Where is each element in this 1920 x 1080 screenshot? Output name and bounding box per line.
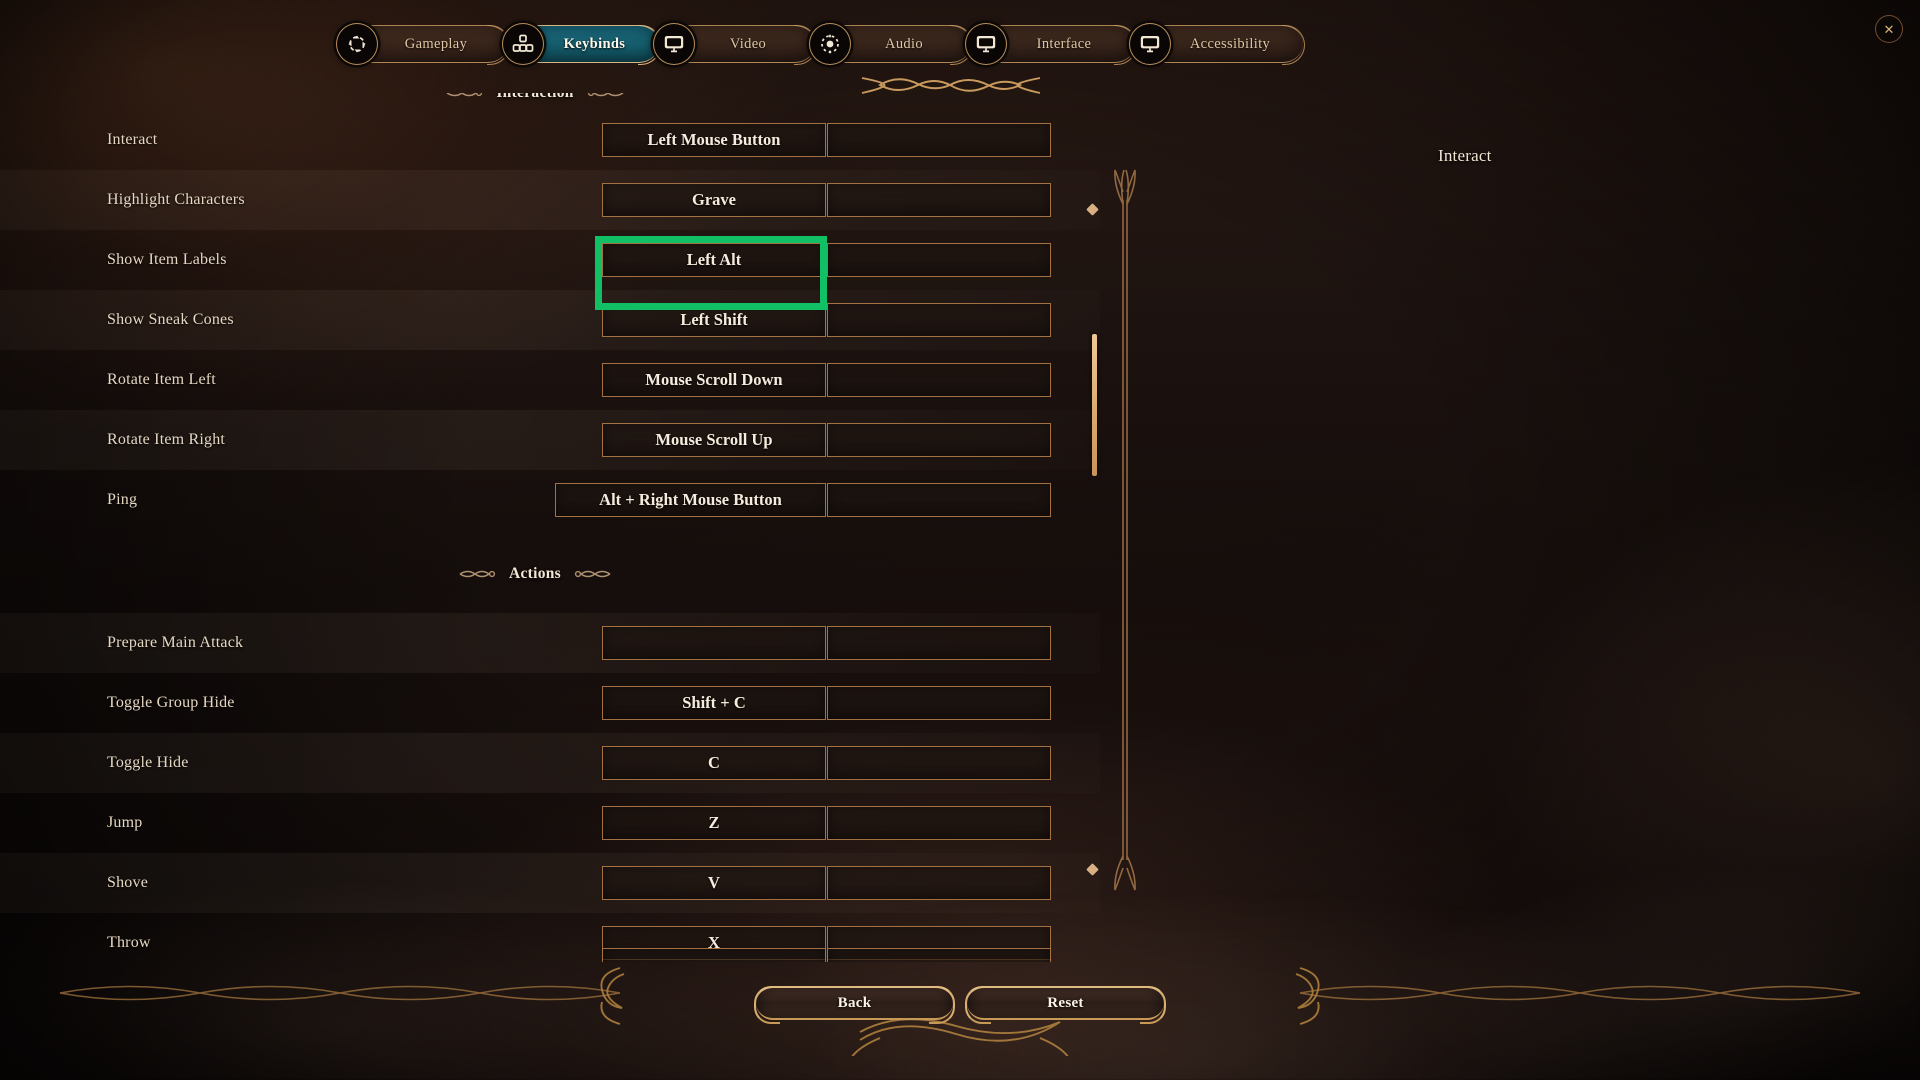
close-button[interactable]: ✕ bbox=[1875, 15, 1903, 43]
keybind-binding-group: Left Mouse Button bbox=[602, 123, 1051, 157]
speaker-icon bbox=[809, 23, 851, 65]
tab-label: Video bbox=[729, 35, 767, 52]
bind-primary[interactable]: Z bbox=[602, 806, 826, 840]
keybind-row: Throw X bbox=[0, 913, 1100, 973]
keybind-binding-group: Alt + Right Mouse Button bbox=[555, 483, 1051, 517]
bind-secondary[interactable] bbox=[827, 363, 1051, 397]
top-divider-ornament bbox=[90, 77, 1830, 94]
bind-primary[interactable]: Alt + Right Mouse Button bbox=[555, 483, 826, 517]
bind-secondary[interactable] bbox=[827, 626, 1051, 660]
footer-button-row: Back Reset bbox=[0, 986, 1920, 1024]
bind-primary[interactable]: Left Mouse Button bbox=[602, 123, 826, 157]
back-button[interactable]: Back bbox=[754, 986, 955, 1024]
tab-gameplay[interactable]: Gameplay bbox=[336, 23, 510, 65]
tab-label: Accessibility bbox=[1189, 35, 1271, 52]
keyboard-keys-icon bbox=[502, 23, 544, 65]
keybind-action-label: Show Sneak Cones bbox=[107, 311, 234, 328]
bind-secondary[interactable] bbox=[827, 183, 1051, 217]
compass-icon bbox=[336, 23, 378, 65]
keybind-binding-group: Left Shift bbox=[602, 303, 1051, 337]
reset-button[interactable]: Reset bbox=[965, 986, 1166, 1024]
keybind-row: Show Item Labels Left Alt bbox=[0, 230, 1100, 290]
bind-secondary[interactable] bbox=[827, 866, 1051, 900]
bind-secondary[interactable] bbox=[827, 948, 1051, 962]
keybind-binding-group: Left Alt bbox=[602, 243, 1051, 277]
tab-audio[interactable]: Audio bbox=[809, 23, 973, 65]
bind-primary[interactable]: Mouse Scroll Down bbox=[602, 363, 826, 397]
reset-button-label: Reset bbox=[1047, 994, 1084, 1011]
bind-primary[interactable]: Shift + C bbox=[602, 686, 826, 720]
keybind-binding-group: C bbox=[602, 746, 1051, 780]
tab-keybinds[interactable]: Keybinds bbox=[502, 23, 661, 65]
keybind-row: Toggle Group Hide Shift + C bbox=[0, 673, 1100, 733]
tab-accessibility[interactable]: Accessibility bbox=[1129, 23, 1305, 65]
bind-secondary[interactable] bbox=[827, 303, 1051, 337]
keybind-binding-group: Z bbox=[602, 806, 1051, 840]
keybind-action-label: Rotate Item Left bbox=[107, 371, 216, 388]
details-panel-title: Interact bbox=[1438, 146, 1492, 165]
tab-video[interactable]: Video bbox=[653, 23, 817, 65]
bind-primary[interactable] bbox=[602, 948, 826, 962]
keybind-row: Rotate Item Left Mouse Scroll Down bbox=[0, 350, 1100, 410]
bind-primary[interactable] bbox=[602, 626, 826, 660]
keybind-row: Rotate Item Right Mouse Scroll Up bbox=[0, 410, 1100, 470]
tab-label: Keybinds bbox=[563, 35, 626, 52]
settings-tab-bar: Gameplay Keybinds Video Audio Interface Acces… bbox=[336, 22, 1305, 66]
bind-secondary[interactable] bbox=[827, 483, 1051, 517]
keybind-action-label: Prepare Main Attack bbox=[107, 634, 244, 651]
bind-secondary[interactable] bbox=[827, 806, 1051, 840]
keybind-action-label: Shove bbox=[107, 874, 148, 891]
bind-primary[interactable]: Mouse Scroll Up bbox=[602, 423, 826, 457]
tab-label: Interface bbox=[1036, 35, 1092, 52]
keybind-row-clipped bbox=[602, 948, 1051, 962]
keybind-binding-group: V bbox=[602, 866, 1051, 900]
keybind-action-label: Interact bbox=[107, 131, 158, 148]
keybind-row: Highlight Characters Grave bbox=[0, 170, 1100, 230]
keybind-action-label: Ping bbox=[107, 491, 138, 508]
keybind-binding-group: Grave bbox=[602, 183, 1051, 217]
keybind-action-label: Toggle Hide bbox=[107, 754, 189, 771]
close-icon: ✕ bbox=[1883, 21, 1895, 37]
keybind-binding-group: Mouse Scroll Up bbox=[602, 423, 1051, 457]
keybind-row: Ping Alt + Right Mouse Button bbox=[0, 470, 1100, 530]
keybind-binding-group: Shift + C bbox=[602, 686, 1051, 720]
keybind-action-label: Toggle Group Hide bbox=[107, 694, 235, 711]
keybind-action-label: Throw bbox=[107, 934, 151, 951]
keybind-row: Shove V bbox=[0, 853, 1100, 913]
bind-primary[interactable]: Left Shift bbox=[602, 303, 826, 337]
bind-primary[interactable]: C bbox=[602, 746, 826, 780]
tab-label: Audio bbox=[885, 35, 923, 52]
monitor-icon bbox=[653, 23, 695, 65]
bind-primary[interactable]: V bbox=[602, 866, 826, 900]
back-button-label: Back bbox=[837, 994, 872, 1011]
monitor-icon bbox=[965, 23, 1007, 65]
keybind-row: Jump Z bbox=[0, 793, 1100, 853]
keybind-row: Toggle Hide C bbox=[0, 733, 1100, 793]
keybind-binding-group bbox=[602, 626, 1051, 660]
keybind-action-label: Show Item Labels bbox=[107, 251, 227, 268]
keybind-row: Show Sneak Cones Left Shift bbox=[0, 290, 1100, 350]
tab-interface[interactable]: Interface bbox=[965, 23, 1137, 65]
monitor-icon bbox=[1129, 23, 1171, 65]
bind-secondary[interactable] bbox=[827, 686, 1051, 720]
keybind-binding-group: Mouse Scroll Down bbox=[602, 363, 1051, 397]
keybind-action-label: Rotate Item Right bbox=[107, 431, 226, 448]
bind-secondary[interactable] bbox=[827, 423, 1051, 457]
vertical-divider-ornament bbox=[1114, 169, 1136, 891]
keybind-action-label: Jump bbox=[107, 814, 143, 831]
bind-primary[interactable]: Grave bbox=[602, 183, 826, 217]
keybind-list: Interact Left Mouse Button Highlight Chara… bbox=[0, 110, 1100, 973]
bind-primary[interactable]: Left Alt bbox=[602, 243, 826, 277]
tab-label: Gameplay bbox=[404, 35, 468, 52]
bind-secondary[interactable] bbox=[827, 123, 1051, 157]
keybind-row: Interact Left Mouse Button bbox=[0, 110, 1100, 170]
bind-secondary[interactable] bbox=[827, 746, 1051, 780]
keybind-action-label: Highlight Characters bbox=[107, 191, 245, 208]
keybind-row: Prepare Main Attack bbox=[0, 613, 1100, 673]
bind-secondary[interactable] bbox=[827, 243, 1051, 277]
scrollbar-thumb[interactable] bbox=[1092, 334, 1097, 476]
